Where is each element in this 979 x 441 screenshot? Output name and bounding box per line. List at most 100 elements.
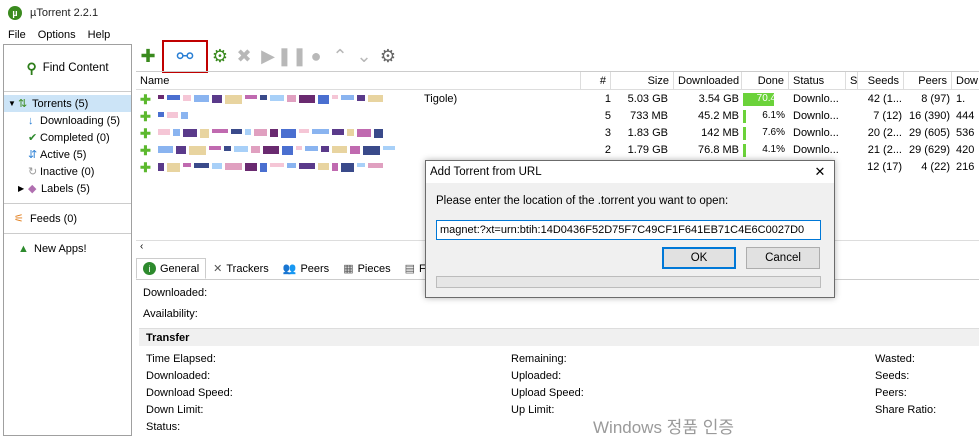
column-status[interactable]: Status [789,72,846,90]
redacted-block [180,112,188,119]
download-arrow-icon: ↓ [28,114,34,127]
cell-downloaded: 76.8 MB [698,144,739,156]
redacted-block [270,95,284,101]
redacted-block [260,163,267,172]
downloaded-label: Downloaded: [143,287,208,299]
column-downloaded[interactable]: Downloaded [674,72,742,90]
torrent-row[interactable]: ✚ 5 733 MB 45.2 MB 6.1% Downlo... 7 (12) 16 (39… [136,108,979,125]
download-speed-label: Download Speed: [146,387,233,399]
torrent-row[interactable]: ✚ 3 1.83 GB 142 MB 7.6% Downlo... 20 (2... 29 (… [136,125,979,142]
pause-button[interactable]: ❚❚ [277,45,307,69]
torrent-row[interactable]: ✚ 2 1.79 GB 76.8 MB 4.1% Downlo... 21 (2... 29 … [136,142,979,159]
find-content-button[interactable]: ⚲ Find Content [4,45,131,92]
sidebar-item-active[interactable]: ⇵ Active (5) [4,146,131,163]
preferences-button[interactable]: ⚙ [376,45,400,69]
sidebar-item-new-apps[interactable]: ▲ New Apps! [18,240,131,257]
files-icon: ▤ [404,263,416,275]
remove-button[interactable]: ✖ [232,45,256,69]
sidebar-item-feeds[interactable]: ⚟ Feeds (0) [14,210,131,227]
stop-button[interactable]: ● [304,45,328,69]
column-peers[interactable]: Peers [904,72,952,90]
torrent-row[interactable]: ✚ Tigole) 1 5.03 GB 3.54 GB 70.4% Downlo... 42 … [136,91,979,108]
cell-seeds: 7 (12) [873,110,902,122]
redacted-block [287,95,296,102]
torrent-status-icon: ✚ [140,160,151,175]
redacted-block [194,163,209,168]
pieces-icon: ▦ [343,263,354,275]
torrent-status-icon: ✚ [140,143,151,158]
trackers-icon: ✕ [213,263,223,275]
sidebar-item-labels[interactable]: ▶ ◆ Labels (5) [4,180,131,197]
expand-arrow-icon: ▶ [18,184,25,193]
collapse-arrow-icon: ▼ [8,99,16,108]
tab-general[interactable]: i General [136,258,207,279]
ok-button[interactable]: OK [662,247,736,269]
done-percent: 6.1% [762,110,785,121]
tab-pieces[interactable]: ▦ Pieces [336,258,397,279]
info-icon: i [143,262,156,275]
column-seeds[interactable]: Seeds [858,72,904,90]
tab-label: Peers [300,262,330,275]
cell-down: 1. [956,93,966,105]
redacted-block [357,95,365,101]
window-title: µTorrent 2.2.1 [30,7,99,19]
active-icon: ⇵ [28,149,38,161]
redacted-block [357,129,371,137]
redacted-block [332,146,347,153]
upload-speed-label: Upload Speed: [511,387,584,399]
dialog-titlebar: Add Torrent from URL ✕ [426,161,834,183]
sidebar: ⚲ Find Content ▼ ⇅ Torrents (5) ↓ Downlo… [3,44,132,436]
cell-size: 5.03 GB [627,93,668,105]
column-s[interactable]: S [846,72,858,90]
column-headers: Name # Size Downloaded Done Status S See… [136,72,979,90]
transfer-col3: Wasted: Seeds: Peers: Share Ratio: [875,351,936,419]
availability-label: Availability: [143,308,198,320]
redacted-block [299,163,315,169]
remaining-label: Remaining: [511,353,567,365]
redacted-block [299,129,309,133]
menu-bar: File Options Help [0,26,979,43]
menu-options[interactable]: Options [38,29,76,41]
column-size[interactable]: Size [611,72,674,90]
cell-status: Downlo... [793,110,839,122]
close-icon[interactable]: ✕ [806,164,834,180]
move-up-button[interactable]: ⌃ [328,45,352,69]
redacted-block [212,163,222,169]
feeds-section: ⚟ Feeds (0) [4,203,131,233]
redacted-block [287,163,296,168]
cell-size: 1.83 GB [627,127,668,139]
cancel-button[interactable]: Cancel [746,247,820,269]
sidebar-item-completed[interactable]: ✔ Completed (0) [4,129,131,146]
menu-help[interactable]: Help [88,29,111,41]
scroll-left-icon[interactable]: ‹ [140,241,143,252]
redacted-block [281,129,296,138]
redacted-block [189,146,206,155]
torrent-name: Tigole) [424,93,458,105]
redacted-block [183,95,191,101]
sidebar-item-torrents[interactable]: ▼ ⇅ Torrents (5) [4,95,131,112]
column-down-speed[interactable]: Dow [952,72,979,90]
add-torrent-button[interactable]: ✚ [136,45,160,69]
torrent-status-icon: ✚ [140,109,151,124]
create-torrent-button[interactable]: ⚙ [208,45,232,69]
redacted-block [282,146,293,155]
menu-file[interactable]: File [8,29,26,41]
sidebar-item-inactive[interactable]: ↻ Inactive (0) [4,163,131,180]
tab-trackers[interactable]: ✕ Trackers [206,258,276,279]
redacted-block [225,163,242,170]
column-number[interactable]: # [581,72,611,90]
column-name[interactable]: Name [136,72,581,90]
move-down-button[interactable]: ⌄ [352,45,376,69]
sidebar-item-label: Active (5) [40,148,87,161]
checkmark-icon: ✔ [28,132,38,144]
sidebar-item-label: Completed (0) [40,131,110,144]
tab-peers[interactable]: 👥 Peers [276,258,336,279]
torrent-url-input[interactable] [436,220,821,240]
sidebar-item-downloading[interactable]: ↓ Downloading (5) [4,112,131,129]
column-done[interactable]: Done [742,72,789,90]
done-percent: 4.1% [762,144,785,155]
sidebar-item-label: Inactive (0) [40,165,95,178]
cell-seeds: 20 (2... [867,127,902,139]
redacted-block [347,129,354,136]
add-torrent-url-button[interactable]: ⚯ [162,40,208,73]
